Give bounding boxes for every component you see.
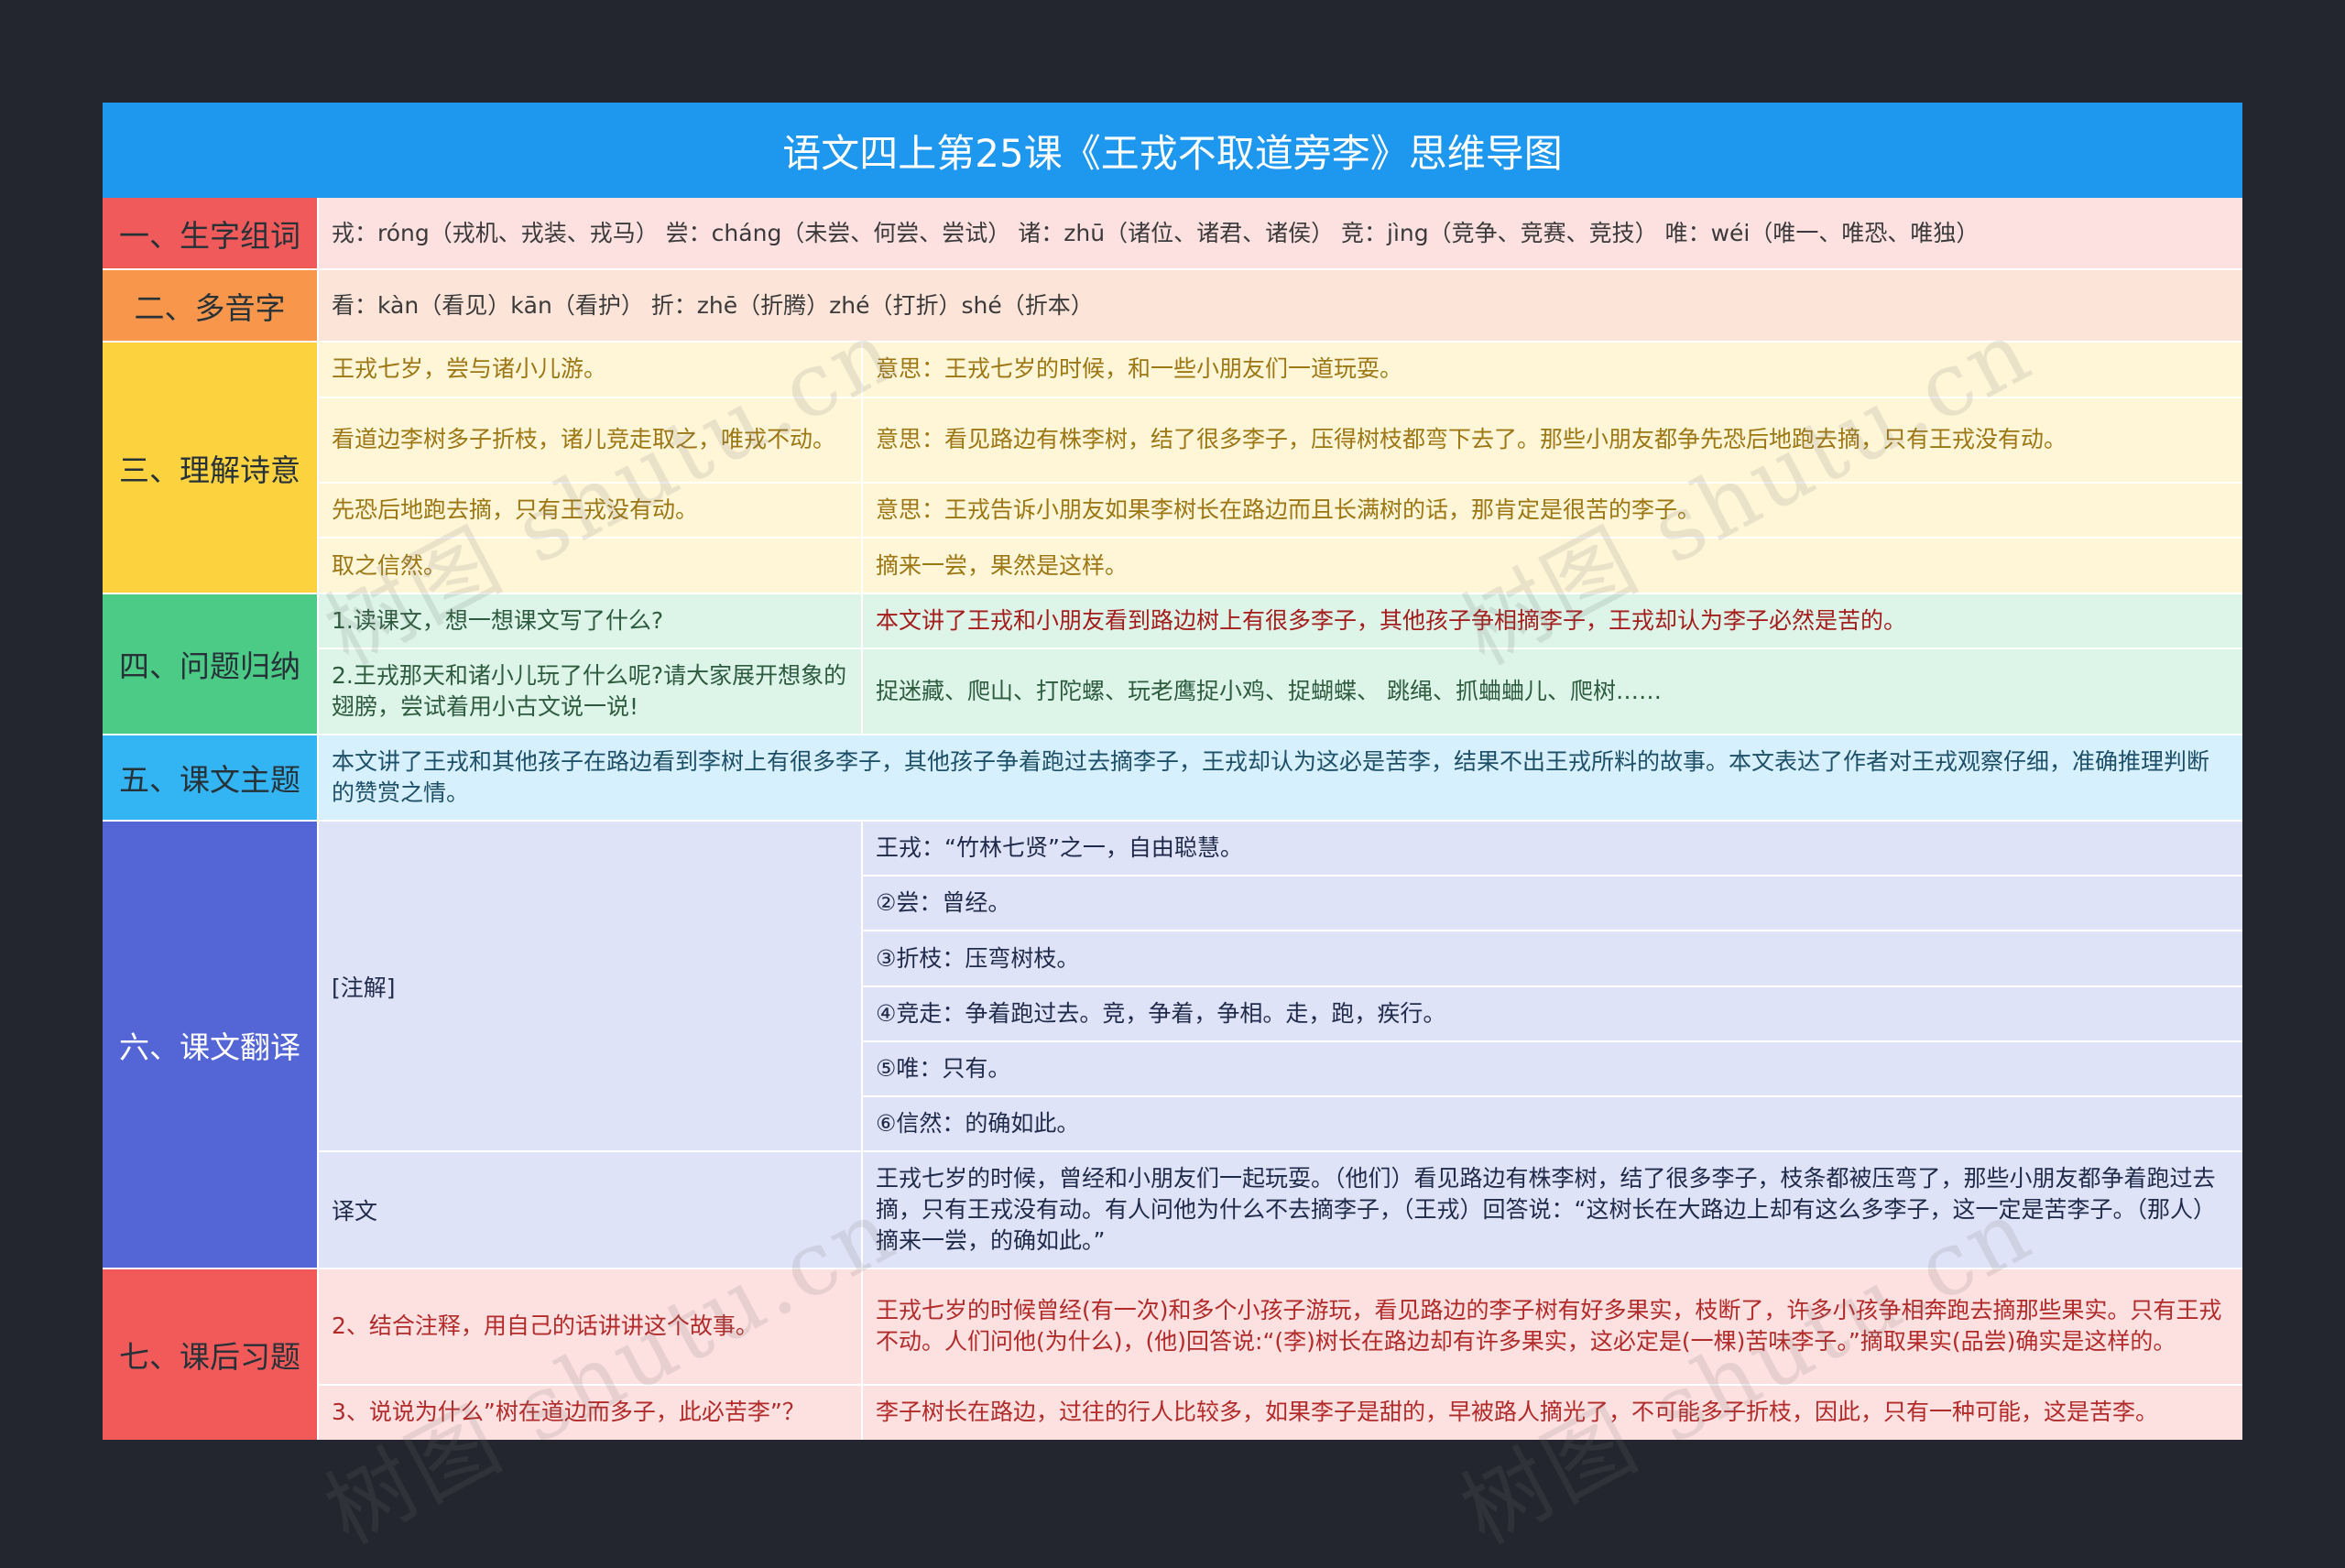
theme-text: 本文讲了王戎和其他孩子在路边看到李树上有很多李子，其他孩子争着跑过去摘李子，王戎… bbox=[332, 748, 2210, 806]
polyphones-text: 看：kàn（看见）kān（看护） 折：zhē（折腾）zhé（打折）shé（折本） bbox=[332, 291, 1094, 319]
exercise-row: 3、说说为什么”树在道边而多子，此必苦李”？ 李子树长在路边，过往的行人比较多，… bbox=[319, 1385, 2242, 1440]
section-theme: 五、课文主题 本文讲了王戎和其他孩子在路边看到李树上有很多李子，其他孩子争着跑过… bbox=[103, 735, 2242, 822]
exercise-answer: 李子树长在路边，过往的行人比较多，如果李子是甜的，早被路人摘光了，不可能多子折枝… bbox=[876, 1399, 2159, 1426]
mind-map-board: 语文四上第25课《王戎不取道旁李》思维导图 一、生字组词 戎：róng（戎机、戎… bbox=[103, 103, 2242, 1440]
section-label: 六、课文翻译 bbox=[103, 822, 319, 1268]
question: 1.读课文，想一想课文写了什么? bbox=[319, 594, 863, 648]
question-row: 1.读课文，想一想课文写了什么? 本文讲了王戎和小朋友看到路边树上有很多李子，其… bbox=[319, 594, 2242, 649]
answer: 本文讲了王戎和小朋友看到路边树上有很多李子，其他孩子争相摘李子，王戎却认为李子必… bbox=[876, 606, 1907, 634]
translation-label: 译文 bbox=[319, 1152, 863, 1268]
note-item: ⑥信然：的确如此。 bbox=[876, 1110, 1080, 1138]
translation-group: 译文 王戎七岁的时候，曾经和小朋友们一起玩耍。（他们）看见路边有株李树，结了很多… bbox=[319, 1152, 2242, 1268]
meaning-row: 先恐后地跑去摘，只有王戎没有动。 意思：王戎告诉小朋友如果李树长在路边而且长满树… bbox=[319, 483, 2242, 539]
note-item: ④竞走：争着跑过去。竞，争着，争相。走，跑，疾行。 bbox=[876, 999, 1446, 1027]
notes-group: [注解] 王戎：“竹林七贤”之一，自由聪慧。 ②尝：曾经。 ③折枝：压弯树枝。 … bbox=[319, 822, 2242, 1153]
section-label: 四、问题归纳 bbox=[103, 594, 319, 734]
note-item: ⑤唯：只有。 bbox=[876, 1054, 1011, 1082]
page-title: 语文四上第25课《王戎不取道旁李》思维导图 bbox=[103, 103, 2242, 198]
section-label: 三、理解诗意 bbox=[103, 343, 319, 593]
poem-meaning: 意思：王戎七岁的时候，和一些小朋友们一道玩耍。 bbox=[876, 355, 1403, 383]
translation-text: 王戎七岁的时候，曾经和小朋友们一起玩耍。（他们）看见路边有株李树，结了很多李子，… bbox=[876, 1165, 2216, 1255]
section-exercises: 七、课后习题 2、结合注释，用自己的话讲讲这个故事。 王戎七岁的时候曾经(有一次… bbox=[103, 1269, 2242, 1440]
note-item: ②尝：曾经。 bbox=[876, 889, 1011, 917]
meaning-row: 看道边李树多子折枝，诸儿竞走取之，唯戎不动。 意思：看见路边有株李树，结了很多李… bbox=[319, 397, 2242, 484]
answer: 捉迷藏、爬山、打陀螺、玩老鹰捉小鸡、捉蝴蝶、 跳绳、抓蛐蛐儿、爬树…… bbox=[876, 677, 1662, 704]
vocabulary-text: 戎：róng（戎机、戎装、戎马） 尝：cháng（未尝、何尝、尝试） 诸：zhū… bbox=[332, 219, 1980, 246]
exercise-question: 3、说说为什么”树在道边而多子，此必苦李”？ bbox=[319, 1385, 863, 1440]
note-item: 王戎：“竹林七贤”之一，自由聪慧。 bbox=[876, 834, 1243, 862]
section-label: 七、课后习题 bbox=[103, 1269, 319, 1440]
poem-meaning: 意思：看见路边有株李树，结了很多李子，压得树枝都弯下去了。那些小朋友都争先恐后地… bbox=[876, 426, 2067, 453]
poem-line: 王戎七岁，尝与诸小儿游。 bbox=[319, 343, 863, 397]
section-questions: 四、问题归纳 1.读课文，想一想课文写了什么? 本文讲了王戎和小朋友看到路边树上… bbox=[103, 594, 2242, 735]
section-label: 一、生字组词 bbox=[103, 198, 319, 268]
section-translation: 六、课文翻译 [注解] 王戎：“竹林七贤”之一，自由聪慧。 ②尝：曾经。 ③折枝… bbox=[103, 822, 2242, 1269]
meaning-row: 取之信然。 摘来一尝，果然是这样。 bbox=[319, 539, 2242, 593]
section-meaning: 三、理解诗意 王戎七岁，尝与诸小儿游。 意思：王戎七岁的时候，和一些小朋友们一道… bbox=[103, 343, 2242, 594]
section-label: 五、课文主题 bbox=[103, 735, 319, 820]
poem-line: 先恐后地跑去摘，只有王戎没有动。 bbox=[319, 483, 863, 538]
exercise-row: 2、结合注释，用自己的话讲讲这个故事。 王戎七岁的时候曾经(有一次)和多个小孩子… bbox=[319, 1269, 2242, 1386]
poem-meaning: 意思：王戎告诉小朋友如果李树长在路边而且长满树的话，那肯定是很苦的李子。 bbox=[876, 495, 1701, 523]
section-vocabulary: 一、生字组词 戎：róng（戎机、戎装、戎马） 尝：cháng（未尝、何尝、尝试… bbox=[103, 198, 2242, 270]
section-label: 二、多音字 bbox=[103, 270, 319, 341]
poem-line: 取之信然。 bbox=[319, 539, 863, 593]
meaning-row: 王戎七岁，尝与诸小儿游。 意思：王戎七岁的时候，和一些小朋友们一道玩耍。 bbox=[319, 343, 2242, 398]
question: 2.王戎那天和诸小儿玩了什么呢?请大家展开想象的翅膀，尝试着用小古文说一说! bbox=[319, 648, 863, 734]
question-row: 2.王戎那天和诸小儿玩了什么呢?请大家展开想象的翅膀，尝试着用小古文说一说! 捉… bbox=[319, 648, 2242, 734]
poem-meaning: 摘来一尝，果然是这样。 bbox=[876, 551, 1129, 579]
poem-line: 看道边李树多子折枝，诸儿竞走取之，唯戎不动。 bbox=[319, 397, 863, 482]
exercise-question: 2、结合注释，用自己的话讲讲这个故事。 bbox=[319, 1269, 863, 1384]
exercise-answer: 王戎七岁的时候曾经(有一次)和多个小孩子游玩，看见路边的李子树有好多果实，枝断了… bbox=[876, 1297, 2222, 1356]
note-item: ③折枝：压弯树枝。 bbox=[876, 944, 1080, 972]
section-polyphones: 二、多音字 看：kàn（看见）kān（看护） 折：zhē（折腾）zhé（打折）s… bbox=[103, 270, 2242, 343]
notes-label: [注解] bbox=[319, 822, 863, 1151]
